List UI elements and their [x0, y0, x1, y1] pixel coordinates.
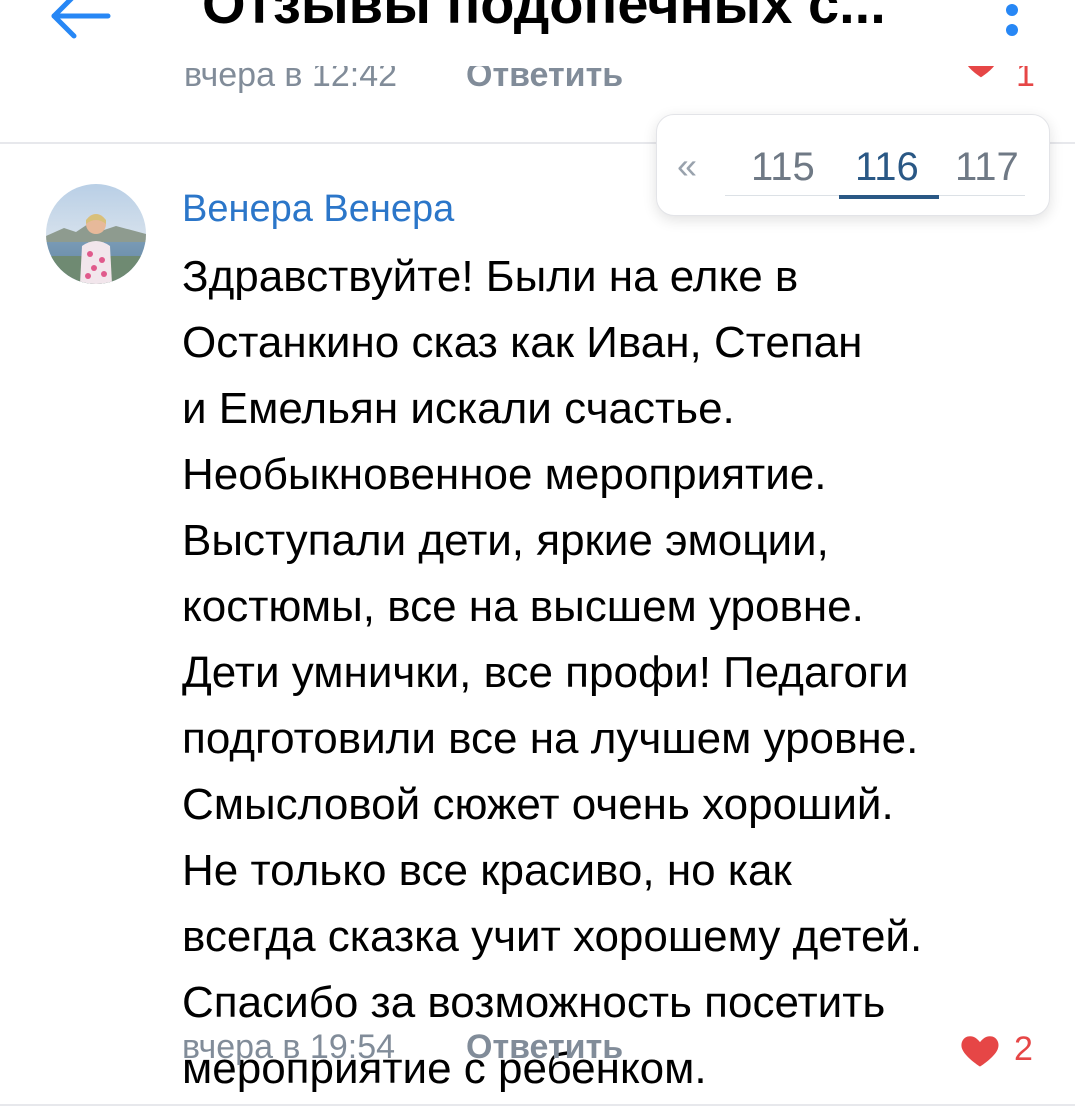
comment-text-line: Выступали дети, яркие эмоции,: [182, 516, 829, 565]
pagination-popup: « 115 116 117: [656, 114, 1050, 216]
previous-reply-button[interactable]: Ответить: [466, 66, 623, 95]
comment-text-line: Дети умнички, все профи! Педагоги: [182, 648, 909, 697]
avatar[interactable]: [46, 184, 146, 284]
like-count: 2: [1014, 1030, 1033, 1068]
back-button[interactable]: [40, 0, 120, 56]
comment-divider: [0, 1104, 1075, 1106]
reply-button[interactable]: Ответить: [466, 1028, 623, 1067]
comments-screen: Отзывы подопечных с... вчера в 12:42 Отв…: [0, 0, 1075, 1114]
comment-text: Здравствуйте! Были на елке в Останкино с…: [182, 244, 1042, 1102]
pagination-current-indicator: [839, 195, 939, 199]
pagination-page-current[interactable]: 116: [855, 145, 919, 190]
comment-text-line: подготовили все на лучшем уровне.: [182, 714, 919, 763]
previous-like-count: 1: [1016, 66, 1035, 94]
top-bar: Отзывы подопечных с...: [0, 0, 1075, 66]
comment-text-line: и Емельян искали счастье.: [182, 384, 735, 433]
arrow-left-icon: [51, 0, 111, 39]
comment-time: вчера в 19:54: [182, 1028, 396, 1066]
comment-text-line: Останкино сказ как Иван, Степан: [182, 318, 863, 367]
comment-text-line: Необыкновенное мероприятие.: [182, 450, 827, 499]
comment-author[interactable]: Венера Венера: [182, 188, 454, 231]
comment-text-line: Спасибо за возможность посетить: [182, 978, 886, 1027]
heart-icon[interactable]: [962, 66, 1000, 82]
pagination-page-115[interactable]: 115: [751, 145, 815, 190]
pagination-first-button[interactable]: «: [677, 145, 697, 187]
comment-text-line: Здравствуйте! Были на елке в: [182, 252, 799, 301]
comment-text-line: Смысловой сюжет очень хороший.: [182, 780, 894, 829]
more-options-button[interactable]: [990, 0, 1034, 44]
pagination-page-117[interactable]: 117: [955, 145, 1019, 190]
user-photo: [46, 184, 146, 284]
comment-text-line: костюмы, все на высшем уровне.: [182, 582, 864, 631]
page-title: Отзывы подопечных с...: [202, 0, 886, 35]
previous-comment-time: вчера в 12:42: [184, 66, 398, 94]
comment-text-line: всегда сказка учит хорошему детей.: [182, 912, 923, 961]
heart-icon: [961, 1036, 999, 1067]
comment-text-line: Не только все красиво, но как: [182, 846, 792, 895]
